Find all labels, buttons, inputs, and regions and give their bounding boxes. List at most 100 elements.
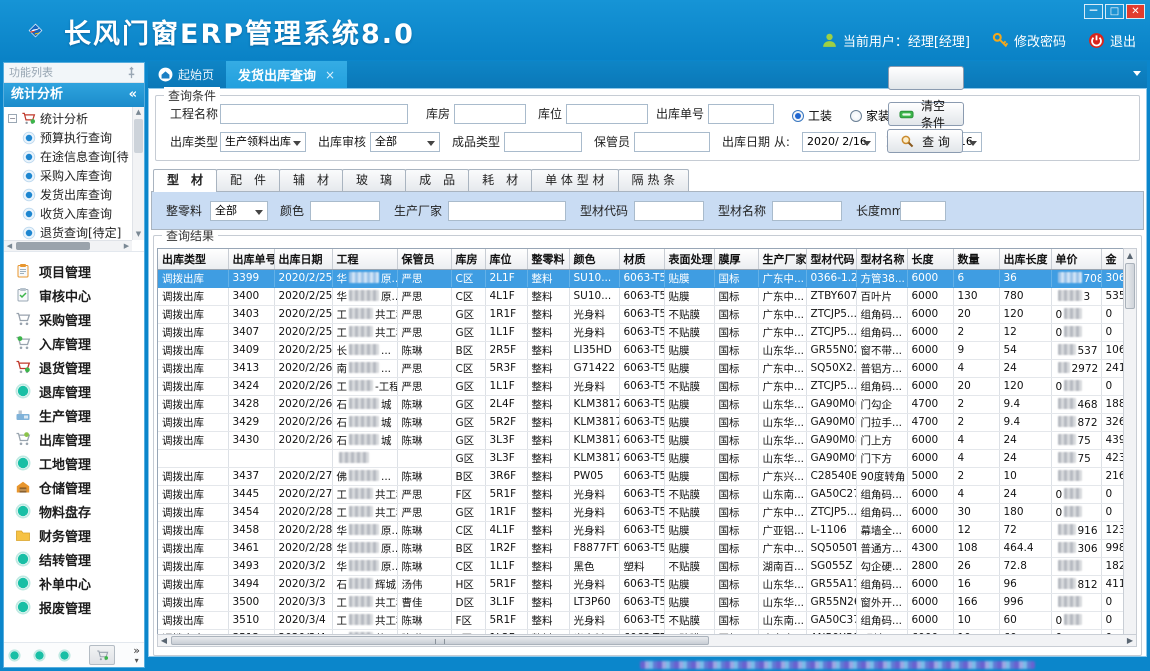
column-header[interactable]: 型材名称	[856, 249, 907, 269]
table-row[interactable]: 调拨出库35102020/3/4工共工程陈琳F区5R1F整料光身料6063-T5…	[158, 611, 1129, 629]
dot-icon[interactable]	[33, 649, 46, 662]
column-header[interactable]: 出库日期	[274, 249, 332, 269]
change-password-button[interactable]: 修改密码	[992, 31, 1066, 50]
audit-combobox[interactable]: 全部	[370, 132, 440, 152]
search-button[interactable]: 查 询	[887, 129, 963, 153]
sidebar-menu-item[interactable]: 报废管理	[4, 595, 144, 619]
table-row[interactable]: 调拨出库34242020/2/26工-工程严思G区1L1F整料光身料6063-T…	[158, 377, 1129, 395]
table-row[interactable]: 调拨出库34452020/2/27工共工程严思F区5R1F整料光身料6063-T…	[158, 485, 1129, 503]
column-header[interactable]: 型材代码	[806, 249, 856, 269]
tree-item[interactable]: 发货出库查询	[8, 185, 132, 204]
close-button[interactable]: ✕	[1126, 4, 1145, 19]
column-header[interactable]: 单价	[1051, 249, 1101, 269]
material-tab-1[interactable]: 型 材	[153, 169, 217, 192]
material-tab-8[interactable]: 隔 热 条	[618, 169, 690, 191]
sidebar-menu-item[interactable]: 项目管理	[4, 259, 144, 283]
column-header[interactable]: 膜厚	[714, 249, 758, 269]
column-header[interactable]: 整零料	[527, 249, 569, 269]
tree-item[interactable]: 收货入库查询	[8, 204, 132, 223]
tab-shipping-outbound-query[interactable]: 发货出库查询 ×	[226, 61, 347, 88]
length-input[interactable]	[900, 201, 946, 221]
tab-close-icon[interactable]: ×	[325, 68, 335, 82]
date-from-picker[interactable]: 2020/ 2/16	[802, 132, 876, 152]
material-tab-4[interactable]: 玻 璃	[342, 169, 406, 191]
sidebar-menu-item[interactable]: 入库管理	[4, 331, 144, 355]
column-header[interactable]: 出库类型	[158, 249, 228, 269]
scroll-right-icon[interactable]: ▶	[121, 241, 132, 251]
table-horizontal-scrollbar[interactable]: ◀ ▶	[157, 634, 1137, 647]
table-row[interactable]: 调拨出库33992020/2/25华原...严思C区2L1F整料SU10...6…	[158, 269, 1129, 287]
material-tab-7[interactable]: 单 体 型 材	[531, 169, 618, 191]
table-row[interactable]: 调拨出库34132020/2/26南...严思C区5R3F整料G71422606…	[158, 359, 1129, 377]
sidebar-menu-item[interactable]: 退货管理	[4, 355, 144, 379]
sidebar-menu-item[interactable]: 结转管理	[4, 547, 144, 571]
table-row[interactable]: 调拨出库34302020/2/26石城陈琳G区3L3F整料KLM38176063…	[158, 431, 1129, 449]
collapse-icon[interactable]: «	[129, 83, 137, 107]
scroll-thumb[interactable]	[171, 636, 709, 645]
project-name-input[interactable]	[220, 104, 408, 124]
scroll-up-icon[interactable]: ▲	[1124, 249, 1136, 262]
table-row[interactable]: 调拨出库34292020/2/26石城陈琳G区5R2F整料KLM38176063…	[158, 413, 1129, 431]
column-header[interactable]: 数量	[953, 249, 999, 269]
table-row[interactable]: 调拨出库34072020/2/25工共工程严思G区1L1F整料光身料6063-T…	[158, 323, 1129, 341]
tab-list-dropdown-icon[interactable]	[1133, 71, 1141, 76]
sidebar-menu-item[interactable]: 出库管理	[4, 427, 144, 451]
radio-home-decor[interactable]: 家装	[850, 107, 890, 124]
logout-button[interactable]: 退出	[1088, 31, 1136, 50]
tab-home[interactable]: 起始页	[148, 61, 226, 88]
clear-conditions-button[interactable]: 清空条件	[888, 102, 964, 126]
scroll-up-icon[interactable]: ▲	[133, 107, 144, 118]
scroll-left-icon[interactable]: ◀	[158, 635, 170, 646]
tree-item[interactable]: 采购入库查询	[8, 166, 132, 185]
tree-item[interactable]: 在途信息查询[待	[8, 147, 132, 166]
dot-icon[interactable]	[8, 649, 21, 662]
cart-toolbar-button[interactable]	[89, 645, 115, 665]
table-row[interactable]: 调拨出库35002020/3/3工共工程曹佳D区3L1F整料LT3P606063…	[158, 593, 1129, 611]
table-row[interactable]: 调拨出库34932020/3/2华原...陈琳C区1L1F整料黑色塑料不贴膜国标…	[158, 557, 1129, 575]
table-row[interactable]: 调拨出库34032020/2/25工共工程严思G区1R1F整料光身料6063-T…	[158, 305, 1129, 323]
column-header[interactable]: 生产厂家	[758, 249, 806, 269]
tree-root[interactable]: − 统计分析	[8, 109, 132, 128]
dot-icon[interactable]	[58, 649, 71, 662]
scroll-thumb[interactable]	[16, 242, 90, 250]
overflow-more-button[interactable]: » ▾	[133, 646, 140, 665]
column-header[interactable]: 表面处理	[664, 249, 714, 269]
column-header[interactable]: 材质	[619, 249, 664, 269]
column-header[interactable]: 出库长度	[999, 249, 1051, 269]
table-row[interactable]: 调拨出库34092020/2/25长...陈琳B区2R5F整料LI35HD606…	[158, 341, 1129, 359]
profile-code-input[interactable]	[634, 201, 704, 221]
tree-horizontal-scrollbar[interactable]: ◀ ▶	[4, 240, 132, 251]
scroll-right-icon[interactable]: ▶	[1124, 635, 1136, 646]
column-header[interactable]: 工程	[332, 249, 397, 269]
table-row[interactable]: 调拨出库34282020/2/26石城陈琳G区2L4F整料KLM38176063…	[158, 395, 1129, 413]
table-row[interactable]: 调拨出库34542020/2/28工共工程严思G区1R1F整料光身料6063-T…	[158, 503, 1129, 521]
tree-vertical-scrollbar[interactable]: ▲ ▼	[132, 107, 144, 240]
column-header[interactable]: 库房	[451, 249, 485, 269]
table-vertical-scrollbar[interactable]: ▲ ▼	[1123, 248, 1137, 646]
out-type-combobox[interactable]: 生产领料出库	[220, 132, 306, 152]
sidebar-menu-item[interactable]: 仓储管理	[4, 475, 144, 499]
table-row[interactable]: 调拨出库34942020/3/2石辉城汤伟H区5R1F整料光身料6063-T5贴…	[158, 575, 1129, 593]
location-input[interactable]	[566, 104, 648, 124]
order-no-input[interactable]	[708, 104, 774, 124]
table-row[interactable]: 调拨出库34002020/2/25华原...严思C区4L1F整料SU10...6…	[158, 287, 1129, 305]
sidebar-menu-item[interactable]: 审核中心	[4, 283, 144, 307]
radio-work-clothes[interactable]: 工装	[792, 107, 832, 124]
scroll-thumb[interactable]	[134, 119, 143, 153]
sidebar-menu-item[interactable]: 生产管理	[4, 403, 144, 427]
scroll-thumb[interactable]	[1125, 263, 1135, 309]
sidebar-menu-item[interactable]: 采购管理	[4, 307, 144, 331]
warehouse-input[interactable]	[454, 104, 526, 124]
column-header[interactable]: 保管员	[397, 249, 451, 269]
sidebar-menu-item[interactable]: 物料盘存	[4, 499, 144, 523]
material-tab-2[interactable]: 配 件	[216, 169, 280, 191]
whole-part-combobox[interactable]: 全部	[210, 201, 268, 221]
table-row[interactable]: 调拨出库34612020/2/28华原...陈琳B区1R2F整料F8877FT6…	[158, 539, 1129, 557]
column-header[interactable]: 颜色	[569, 249, 619, 269]
column-header[interactable]: 出库单号	[228, 249, 274, 269]
sidebar-menu-item[interactable]: 财务管理	[4, 523, 144, 547]
material-tab-5[interactable]: 成 品	[405, 169, 469, 191]
tree-item[interactable]: 预算执行查询	[8, 128, 132, 147]
maximize-button[interactable]: □	[1105, 4, 1124, 19]
table-row[interactable]: 调拨出库34582020/2/28华原...陈琳C区4L1F整料光身料6063-…	[158, 521, 1129, 539]
